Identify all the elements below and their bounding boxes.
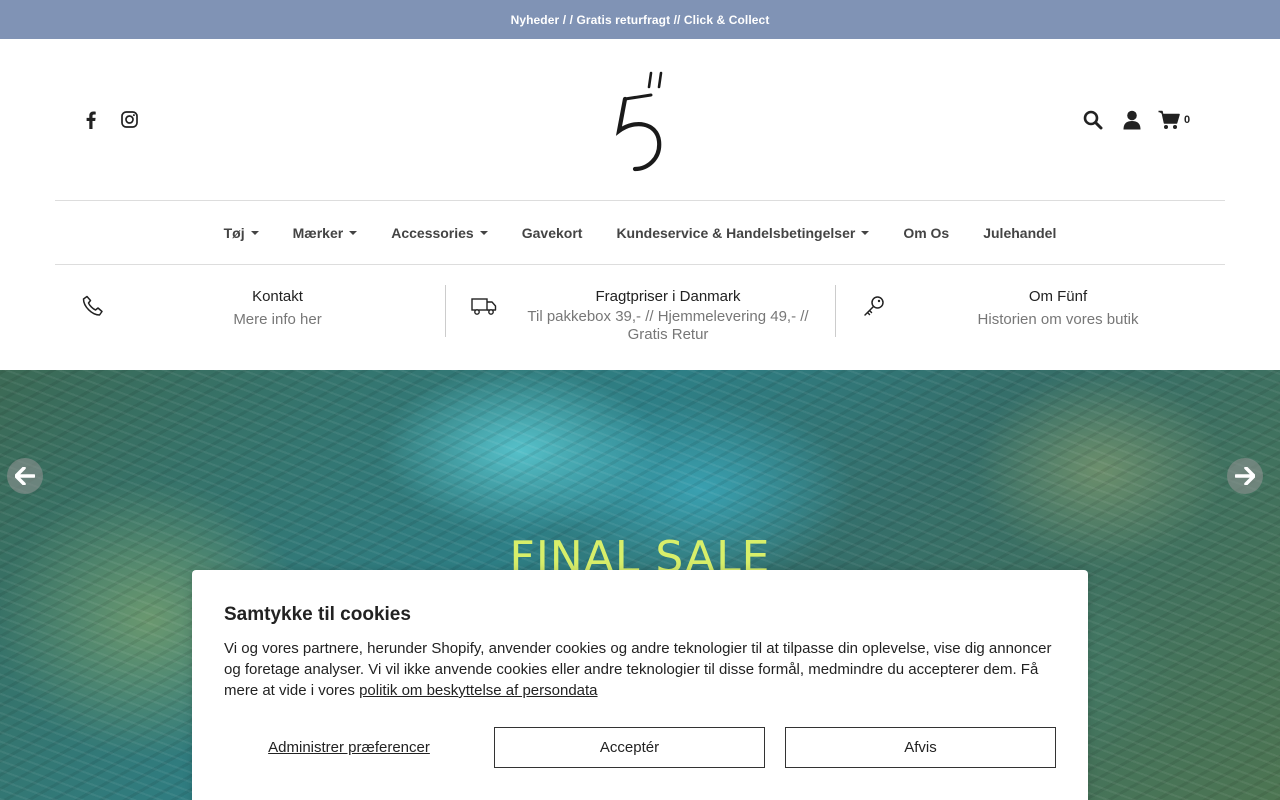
cookie-banner: Samtykke til cookies Vi og vores partner…: [192, 570, 1088, 800]
search-icon[interactable]: [1080, 107, 1106, 133]
manage-preferences-link[interactable]: Administrer præferencer: [224, 727, 474, 768]
info-title: Kontakt: [252, 288, 303, 305]
info-subtitle: Historien om vores butik: [977, 311, 1139, 328]
slide-next-button[interactable]: [1227, 458, 1263, 494]
slide-prev-button[interactable]: [7, 458, 43, 494]
cart-icon: [1158, 110, 1180, 129]
info-contact[interactable]: Kontakt Mere info her: [55, 285, 445, 337]
nav-item-julehandel[interactable]: Julehandel: [966, 225, 1073, 241]
decline-button[interactable]: Afvis: [785, 727, 1056, 768]
caret-down-icon: [861, 230, 870, 235]
nav-item-om-os[interactable]: Om Os: [886, 225, 966, 241]
main-nav: Tøj Mærker Accessories Gavekort Kundeser…: [55, 200, 1225, 265]
store-logo[interactable]: [613, 65, 669, 173]
accept-button[interactable]: Acceptér: [494, 727, 765, 768]
announcement-text[interactable]: Nyheder / / Gratis returfragt // Click &…: [511, 13, 770, 27]
facebook-icon[interactable]: [80, 109, 101, 130]
cart-button[interactable]: 0: [1158, 110, 1190, 130]
key-icon: [861, 293, 887, 319]
info-title: Fragtpriser i Danmark: [595, 288, 741, 305]
info-shipping[interactable]: Fragtpriser i Danmark Til pakkebox 39,- …: [445, 285, 835, 343]
nav-item-gavekort[interactable]: Gavekort: [505, 225, 600, 241]
nav-item-accessories[interactable]: Accessories: [374, 225, 505, 241]
nav-item-toj[interactable]: Tøj: [207, 225, 276, 241]
cart-count: 0: [1184, 114, 1191, 126]
caret-down-icon: [479, 230, 488, 235]
nav-item-maerker[interactable]: Mærker: [276, 225, 375, 241]
account-icon[interactable]: [1119, 107, 1145, 133]
truck-icon: [471, 293, 497, 319]
nav-item-kundeservice[interactable]: Kundeservice & Handelsbetingelser: [599, 225, 886, 241]
cookie-title: Samtykke til cookies: [224, 604, 411, 625]
info-subtitle: Til pakkebox 39,- // Hjemmelevering 49,-…: [527, 308, 809, 343]
info-title: Om Fünf: [1028, 288, 1088, 305]
announcement-bar: Nyheder / / Gratis returfragt // Click &…: [0, 0, 1280, 39]
cookie-text: Vi og vores partnere, herunder Shopify, …: [224, 640, 1052, 699]
caret-down-icon: [250, 230, 259, 235]
instagram-icon[interactable]: [119, 109, 140, 130]
arrow-left-icon: [15, 467, 35, 485]
header-tools: 0: [1080, 107, 1190, 133]
info-subtitle: Mere info her: [233, 311, 322, 328]
caret-down-icon: [349, 230, 358, 235]
social-links: [80, 109, 140, 130]
header: 0: [0, 39, 1280, 200]
phone-icon: [80, 293, 106, 319]
arrow-right-icon: [1235, 467, 1255, 485]
info-about[interactable]: Om Fünf Historien om vores butik: [835, 285, 1225, 337]
privacy-policy-link[interactable]: politik om beskyttelse af persondata: [359, 682, 597, 699]
info-bar: Kontakt Mere info her Fragtpriser i Danm…: [55, 285, 1225, 343]
